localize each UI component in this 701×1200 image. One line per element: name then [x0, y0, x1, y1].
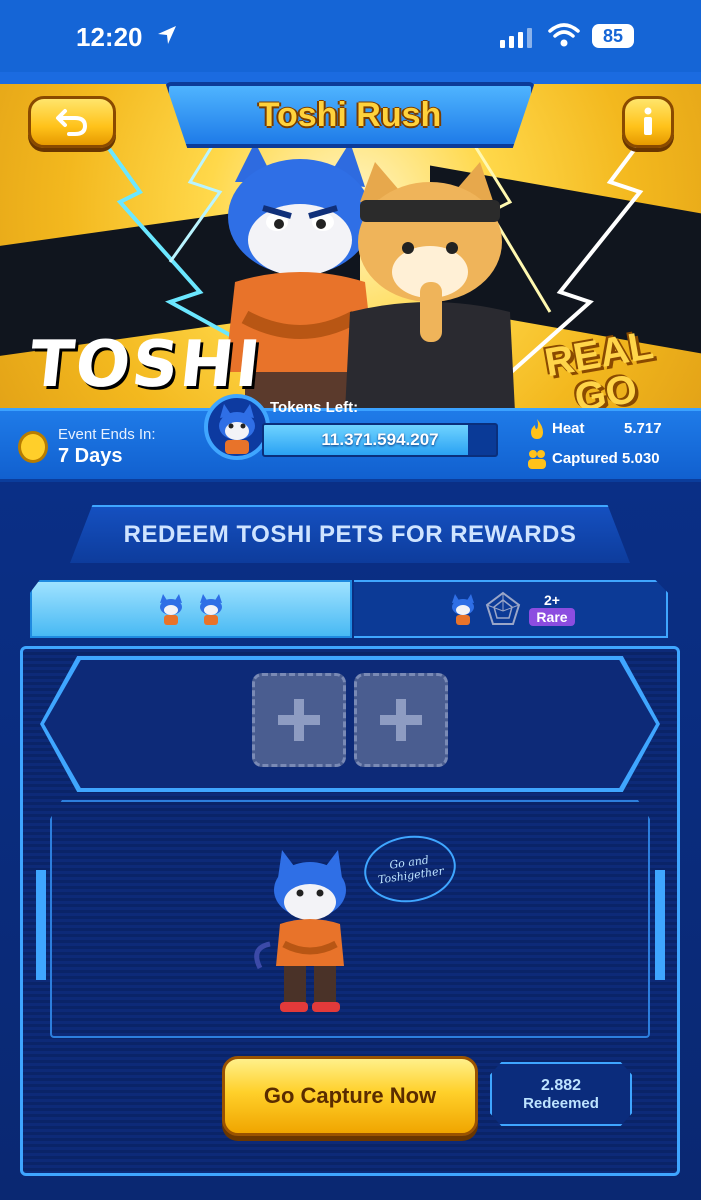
- event-ends-label: Event Ends In:: [58, 426, 156, 443]
- right-rail: [655, 870, 665, 980]
- rare-label: Rare: [529, 608, 575, 626]
- go-capture-button[interactable]: Go Capture Now: [222, 1056, 478, 1136]
- redeemed-count: 2.882: [540, 1076, 582, 1094]
- banner-realgo-text: REAL GO: [542, 323, 663, 412]
- status-bar: 12:20 85: [0, 0, 701, 72]
- realgo-dog-character: [345, 162, 515, 412]
- cat-pet-icon: [160, 594, 182, 625]
- banner-toshi-text: TOSHI: [26, 328, 266, 402]
- radar-pentagon-icon: [486, 591, 521, 625]
- tab-common-pair[interactable]: [30, 580, 352, 638]
- cellular-signal-icon: [500, 28, 532, 48]
- location-arrow-icon: [158, 26, 176, 44]
- heat-value: 5.717: [624, 420, 662, 437]
- go-capture-label: Go Capture Now: [263, 1083, 437, 1108]
- rare-count: 2+: [544, 592, 560, 608]
- status-time: 12:20: [76, 22, 143, 52]
- flame-icon: [531, 419, 543, 439]
- page-title: Toshi Rush: [258, 95, 442, 134]
- left-rail: [36, 870, 46, 980]
- rare-requirement-badge: 2+ Rare: [529, 592, 575, 626]
- add-pet-slot-2[interactable]: [354, 673, 448, 767]
- page-title-plate: Toshi Rush: [165, 82, 535, 148]
- redeemed-counter: 2.882 Redeemed: [490, 1062, 632, 1126]
- plus-icon: [380, 699, 422, 741]
- group-icon: [528, 450, 546, 469]
- token-pet-avatar: [204, 394, 270, 460]
- heat-label: Heat: [552, 420, 585, 437]
- event-ends-value: 7 Days: [58, 445, 123, 467]
- info-icon: [644, 107, 652, 135]
- toshi-cat-mascot: [254, 850, 346, 1012]
- slot-frame: [44, 660, 656, 788]
- info-button[interactable]: [622, 96, 674, 148]
- tab-rare[interactable]: 2+ Rare: [354, 580, 668, 638]
- redeem-title: REDEEM TOSHI PETS FOR REWARDS: [123, 521, 577, 548]
- plus-icon: [278, 699, 320, 741]
- tokens-left-value: 11.371.594.207: [321, 430, 439, 449]
- add-pet-slot-1[interactable]: [252, 673, 346, 767]
- app-root: 12:20 85 TOSHI REAL GO Toshi Rush Event …: [0, 0, 701, 1200]
- battery-indicator: 85: [592, 24, 634, 48]
- redeem-title-plate: REDEEM TOSHI PETS FOR REWARDS: [70, 505, 630, 563]
- undo-icon: [56, 109, 88, 136]
- wifi-icon: [548, 23, 580, 47]
- cat-pet-icon: [452, 594, 475, 625]
- cat-pet-icon: [200, 594, 222, 625]
- captured-stat: Captured 5.030: [552, 450, 660, 467]
- tokens-progress-bar: 11.371.594.207: [262, 423, 498, 457]
- tokens-left-label: Tokens Left:: [270, 399, 359, 416]
- back-button[interactable]: [28, 96, 116, 148]
- cat-face-icon: [219, 404, 255, 454]
- redeemed-label: Redeemed: [523, 1094, 599, 1112]
- stopwatch-icon: [18, 431, 48, 463]
